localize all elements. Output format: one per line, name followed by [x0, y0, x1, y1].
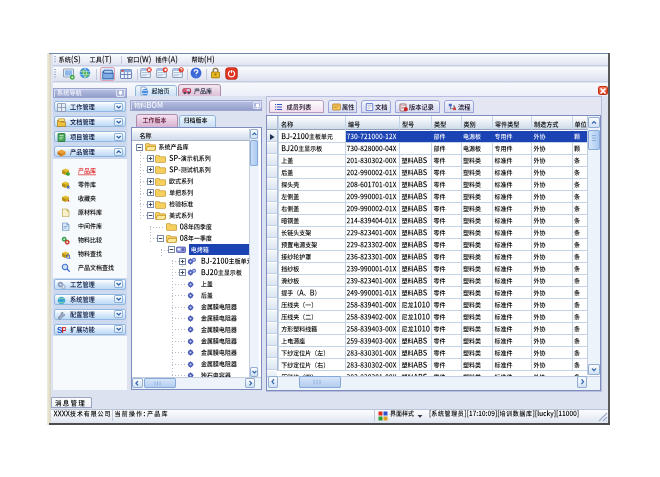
svg-text:P: P — [62, 326, 67, 335]
